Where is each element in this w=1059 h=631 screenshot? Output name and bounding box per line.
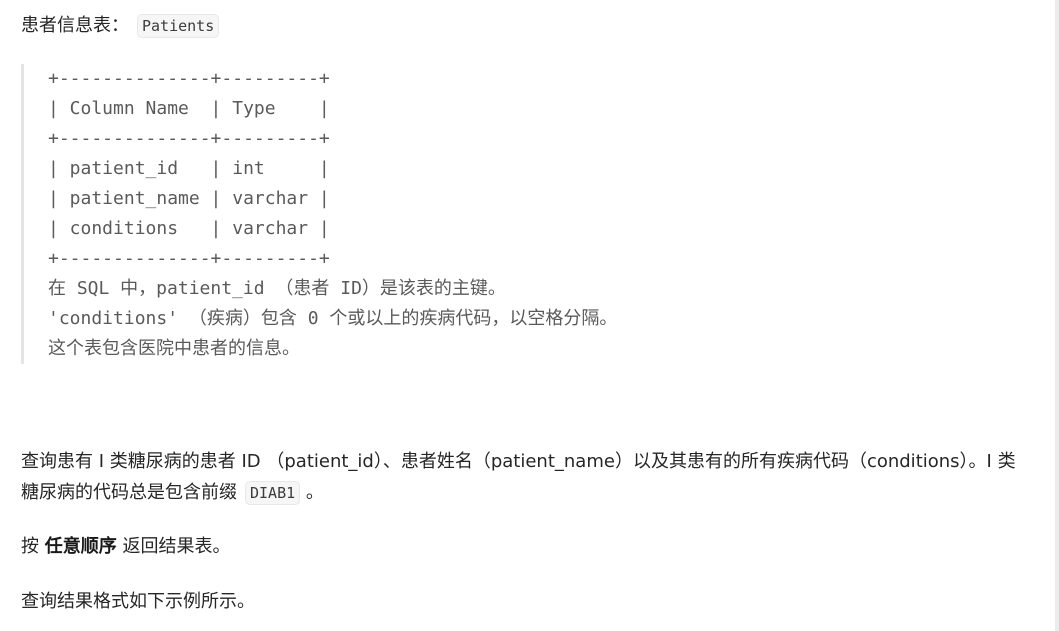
order-prefix: 按 bbox=[21, 536, 45, 557]
format-paragraph: 查询结果格式如下示例所示。 bbox=[21, 591, 255, 612]
question-end: 。 bbox=[305, 482, 324, 503]
question-paragraph: 查询患有 I 类糖尿病的患者 ID （patient_id）、患者姓名（pati… bbox=[21, 446, 1021, 509]
table-heading: 患者信息表： Patients bbox=[21, 11, 220, 41]
schema-note: 在 SQL 中，patient_id （患者 ID）是该表的主键。 bbox=[48, 278, 506, 299]
schema-line: | patient_id | int | bbox=[48, 158, 330, 179]
schema-line: +--------------+---------+ bbox=[48, 248, 330, 269]
schema-note: 这个表包含医院中患者的信息。 bbox=[48, 338, 300, 359]
question-text: 查询患有 I 类糖尿病的患者 ID （patient_id）、患者姓名（pati… bbox=[21, 451, 1016, 503]
schema-line: | Column Name | Type | bbox=[48, 98, 330, 119]
order-bold: 任意顺序 bbox=[44, 536, 117, 557]
table-name-code: Patients bbox=[137, 14, 220, 38]
schema-line: +--------------+---------+ bbox=[48, 128, 330, 149]
schema-note: 'conditions' （疾病）包含 0 个或以上的疾病代码，以空格分隔。 bbox=[48, 308, 618, 329]
table-heading-label: 患者信息表： bbox=[21, 15, 129, 36]
schema-line: | conditions | varchar | bbox=[48, 218, 330, 239]
schema-code-block: +--------------+---------+ | Column Name… bbox=[21, 64, 617, 364]
schema-line: | patient_name | varchar | bbox=[48, 188, 330, 209]
order-suffix: 返回结果表。 bbox=[116, 536, 231, 557]
schema-line: +--------------+---------+ bbox=[48, 68, 330, 89]
vertical-scrollbar[interactable] bbox=[1055, 0, 1059, 631]
prefix-code: DIAB1 bbox=[245, 481, 301, 505]
order-paragraph: 按 任意顺序 返回结果表。 bbox=[21, 532, 230, 562]
